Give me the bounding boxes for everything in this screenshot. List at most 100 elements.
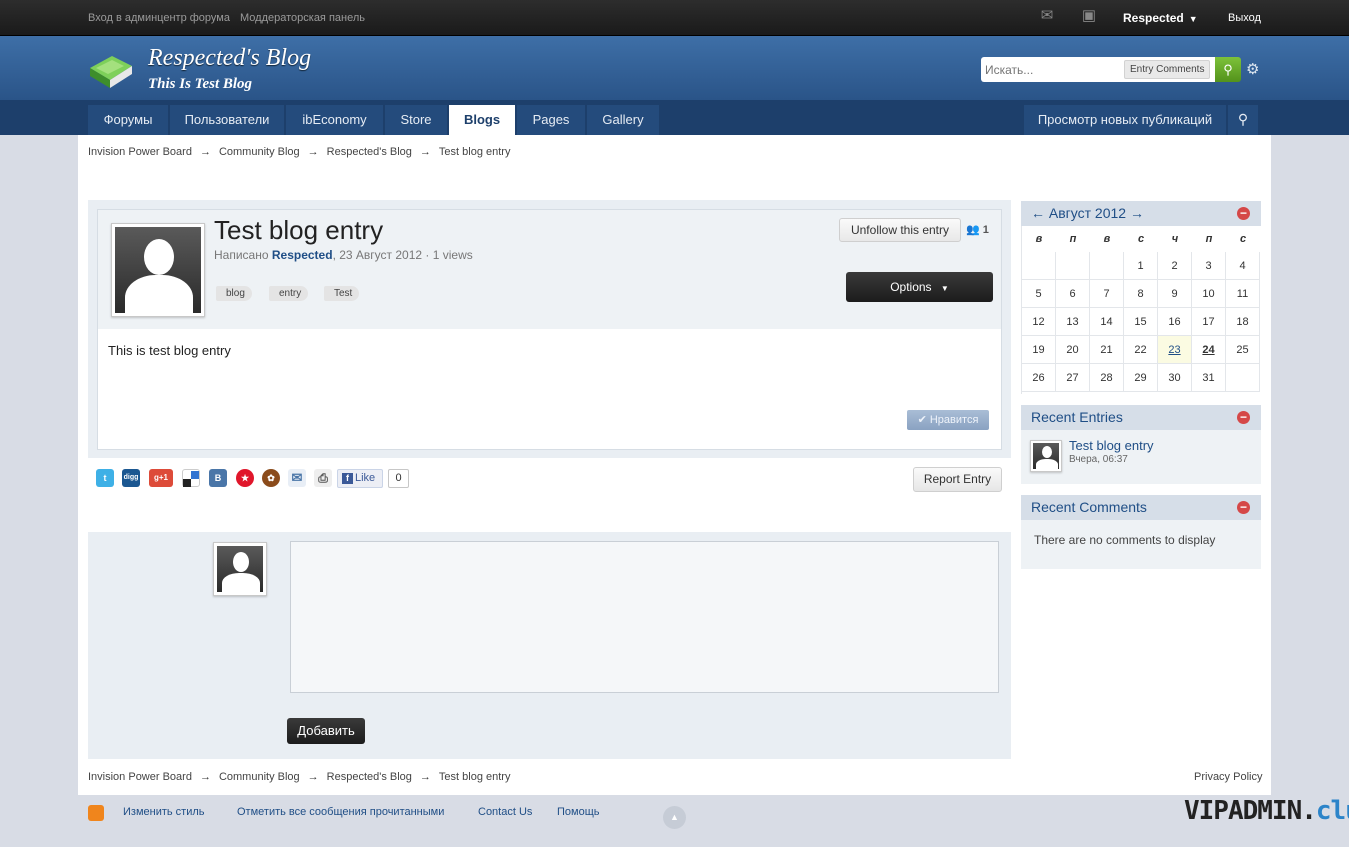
watermark-accent: club [1315, 796, 1349, 826]
tag-blog[interactable]: blog [216, 286, 252, 301]
contact-us-link[interactable]: Contact Us [478, 806, 532, 818]
admin-cp-link[interactable]: Вход в админцентр форума [88, 12, 230, 24]
calendar-day[interactable]: 31 [1192, 364, 1226, 392]
logout-link[interactable]: Выход [1228, 12, 1261, 24]
vkontakte-icon[interactable]: B [209, 469, 227, 487]
calendar-day[interactable]: 8 [1124, 280, 1158, 308]
calendar-day[interactable]: 4 [1226, 252, 1260, 280]
breadcrumb-item[interactable]: Invision Power Board [88, 771, 192, 783]
calendar-day[interactable]: 17 [1192, 308, 1226, 336]
breadcrumb-item[interactable]: Invision Power Board [88, 146, 192, 158]
calendar-day[interactable]: 23 [1158, 336, 1192, 364]
calendar-day[interactable]: 21 [1090, 336, 1124, 364]
map-pin-icon[interactable]: ⚲ [1228, 105, 1258, 135]
calendar-day[interactable]: 18 [1226, 308, 1260, 336]
calendar-day[interactable]: 25 [1226, 336, 1260, 364]
breadcrumb-item[interactable]: Respected's Blog [327, 146, 412, 158]
weekday-header: ч [1171, 233, 1179, 245]
calendar-day[interactable]: 7 [1090, 280, 1124, 308]
calendar-month-nav[interactable]: ← Август 2012 → [1031, 205, 1144, 221]
facebook-like-button[interactable]: f Like [337, 469, 383, 488]
search-button[interactable]: ⚲ [1215, 57, 1241, 82]
user-menu[interactable]: Respected ▼ [1123, 11, 1198, 25]
back-to-top-icon[interactable]: ▲ [663, 806, 686, 829]
twitter-icon[interactable]: t [96, 469, 114, 487]
report-entry-button[interactable]: Report Entry [913, 467, 1002, 492]
breadcrumb-item[interactable]: Respected's Blog [327, 771, 412, 783]
calendar-day[interactable]: 13 [1056, 308, 1090, 336]
close-icon[interactable]: − [1237, 501, 1250, 514]
calendar-day[interactable]: 14 [1090, 308, 1124, 336]
site-subtitle: This Is Test Blog [148, 76, 253, 92]
tab-store[interactable]: Store [385, 105, 447, 135]
mark-all-read-link[interactable]: Отметить все сообщения прочитанными [237, 806, 444, 818]
search-input[interactable] [985, 61, 1120, 78]
email-icon[interactable]: ✉ [288, 469, 306, 487]
tab-members[interactable]: Пользователи [170, 105, 284, 135]
help-link[interactable]: Помощь [557, 806, 600, 818]
author-avatar[interactable] [111, 223, 205, 317]
search-scope[interactable]: Entry Comments [1124, 60, 1211, 79]
calendar-day[interactable]: 6 [1056, 280, 1090, 308]
print-icon[interactable]: ⎙ [314, 469, 332, 487]
bookmark-service-icon[interactable]: ✿ [262, 469, 280, 487]
breadcrumb-item[interactable]: Community Blog [219, 771, 300, 783]
rss-icon[interactable] [88, 805, 104, 821]
tag-test[interactable]: Test [324, 286, 360, 301]
calendar-day[interactable]: 22 [1124, 336, 1158, 364]
inbox-icon[interactable]: ✉ [1038, 8, 1056, 24]
book-logo-icon[interactable] [88, 52, 134, 90]
calendar-day[interactable]: 30 [1158, 364, 1192, 392]
calendar-day[interactable]: 15 [1124, 308, 1158, 336]
calendar-day[interactable]: 12 [1022, 308, 1056, 336]
profile-card-icon[interactable]: ▣ [1080, 8, 1098, 24]
privacy-policy-link[interactable]: Privacy Policy [1194, 771, 1262, 783]
calendar-day[interactable]: 28 [1090, 364, 1124, 392]
site-title[interactable]: Respected's Blog [148, 45, 311, 72]
mod-panel-link[interactable]: Моддераторская панель [240, 12, 365, 24]
tab-gallery[interactable]: Gallery [587, 105, 659, 135]
calendar-day[interactable]: 11 [1226, 280, 1260, 308]
entry-author-avatar[interactable] [1030, 440, 1062, 472]
google-plus-icon[interactable]: g+1 [149, 469, 173, 487]
comment-textarea[interactable] [290, 541, 999, 693]
tab-blogs[interactable]: Blogs [449, 105, 515, 135]
calendar-day[interactable]: 10 [1192, 280, 1226, 308]
calendar-day[interactable]: 27 [1056, 364, 1090, 392]
calendar-day[interactable]: 20 [1056, 336, 1090, 364]
calendar-day[interactable]: 26 [1022, 364, 1056, 392]
tag-entry[interactable]: entry [269, 286, 309, 301]
calendar-day [1090, 252, 1124, 280]
close-icon[interactable]: − [1237, 411, 1250, 424]
new-posts-link[interactable]: Просмотр новых публикаций [1024, 105, 1226, 135]
tab-forums[interactable]: Форумы [88, 105, 168, 135]
calendar-grid: в п в с ч п с 1 2 3 4 5 6 7 8 9 10 11 12 13 14 15 16 17 18 19 20 21… [1021, 226, 1261, 394]
change-skin-link[interactable]: Изменить стиль [123, 806, 205, 818]
calendar-day[interactable]: 24 [1192, 336, 1226, 364]
add-comment-button[interactable]: Добавить [287, 718, 365, 744]
close-icon[interactable]: − [1237, 207, 1250, 220]
like-button[interactable]: ✔ Нравится [907, 410, 989, 430]
calendar-day[interactable]: 2 [1158, 252, 1192, 280]
tab-pages[interactable]: Pages [517, 105, 585, 135]
delicious-icon[interactable] [182, 469, 200, 487]
no-comments-text: There are no comments to display [1034, 533, 1216, 547]
calendar-day[interactable]: 9 [1158, 280, 1192, 308]
star-icon[interactable]: ★ [236, 469, 254, 487]
author-link[interactable]: Respected [272, 248, 333, 262]
digg-icon[interactable]: digg [122, 469, 140, 487]
breadcrumb-item[interactable]: Community Blog [219, 146, 300, 158]
calendar-day[interactable]: 5 [1022, 280, 1056, 308]
recent-entry-link[interactable]: Test blog entry [1069, 438, 1154, 453]
followers-count[interactable]: 👥 1 [966, 223, 989, 236]
calendar-day[interactable]: 29 [1124, 364, 1158, 392]
calendar-day[interactable]: 1 [1124, 252, 1158, 280]
options-button[interactable]: Options ▼ [846, 272, 993, 302]
search-icon: ⚲ [1223, 62, 1233, 77]
calendar-day[interactable]: 16 [1158, 308, 1192, 336]
calendar-day[interactable]: 3 [1192, 252, 1226, 280]
search-options-gear-icon[interactable]: ⚙ [1246, 60, 1259, 78]
unfollow-button[interactable]: Unfollow this entry [839, 218, 961, 242]
calendar-day[interactable]: 19 [1022, 336, 1056, 364]
tab-ibeconomy[interactable]: ibEconomy [286, 105, 383, 135]
